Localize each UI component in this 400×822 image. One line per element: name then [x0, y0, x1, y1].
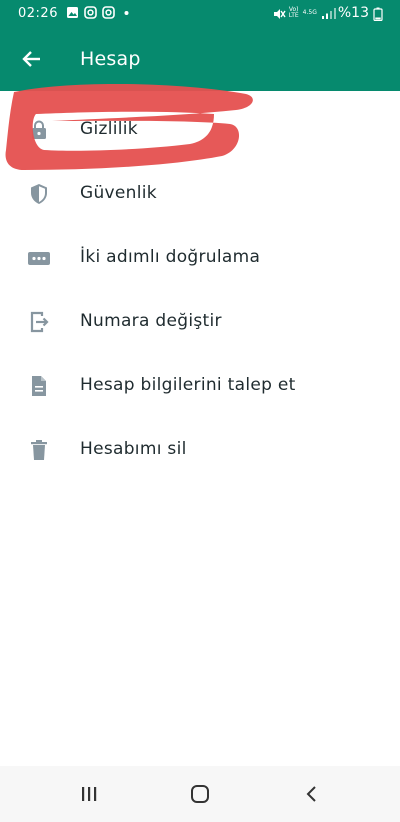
back-button[interactable] [18, 45, 46, 73]
status-bar: 02:26 Vo) LTE 4.5G %13 [0, 0, 400, 30]
menu-item-security[interactable]: Güvenlik [0, 162, 400, 226]
document-icon [27, 374, 51, 398]
home-button[interactable] [186, 780, 214, 808]
recent-apps-icon [82, 787, 97, 801]
menu-item-delete-account[interactable]: Hesabımı sil [0, 418, 400, 482]
menu-item-label: Hesabımı sil [80, 439, 187, 459]
trash-icon [27, 438, 51, 462]
dot-icon [120, 6, 133, 19]
gallery-icon [66, 6, 79, 19]
back-chevron-icon [306, 786, 316, 802]
shield-icon [27, 182, 51, 206]
signal-type: 4.5G [302, 9, 317, 16]
dots-icon [27, 246, 51, 270]
menu-item-label: Gizlilik [80, 119, 138, 139]
menu-item-change-number[interactable]: Numara değiştir [0, 290, 400, 354]
home-icon [191, 785, 209, 803]
menu-item-label: Hesap bilgilerini talep et [80, 375, 296, 395]
lock-icon [27, 118, 51, 142]
recent-apps-button[interactable] [75, 780, 103, 808]
back-arrow-icon [22, 51, 40, 67]
menu-item-label: Numara değiştir [80, 311, 222, 331]
menu-item-request-info[interactable]: Hesap bilgilerini talep et [0, 354, 400, 418]
app-header: 02:26 Vo) LTE 4.5G %13 Hesap [0, 0, 400, 91]
instagram-icon [102, 6, 115, 19]
menu-item-label: İki adımlı doğrulama [80, 247, 261, 267]
system-nav-bar [0, 766, 400, 822]
menu-item-two-step[interactable]: İki adımlı doğrulama [0, 226, 400, 290]
instagram-icon [84, 6, 97, 19]
toolbar: Hesap [0, 36, 400, 82]
notification-icons [66, 6, 133, 19]
battery-percent: %13 [337, 5, 369, 21]
page-title: Hesap [80, 48, 141, 70]
signal-icon [321, 7, 336, 20]
menu-item-label: Güvenlik [80, 183, 157, 203]
settings-menu: Gizlilik Güvenlik İki adımlı doğrulama N… [0, 98, 400, 482]
phone-change-icon [27, 310, 51, 334]
menu-item-privacy[interactable]: Gizlilik [0, 98, 400, 162]
status-right: Vo) LTE 4.5G %13 [272, 5, 386, 21]
back-nav-button[interactable] [298, 780, 326, 808]
battery-icon [373, 7, 386, 21]
status-time: 02:26 [18, 6, 58, 21]
mute-icon [272, 7, 286, 20]
network-label: Vo) LTE [288, 6, 299, 19]
